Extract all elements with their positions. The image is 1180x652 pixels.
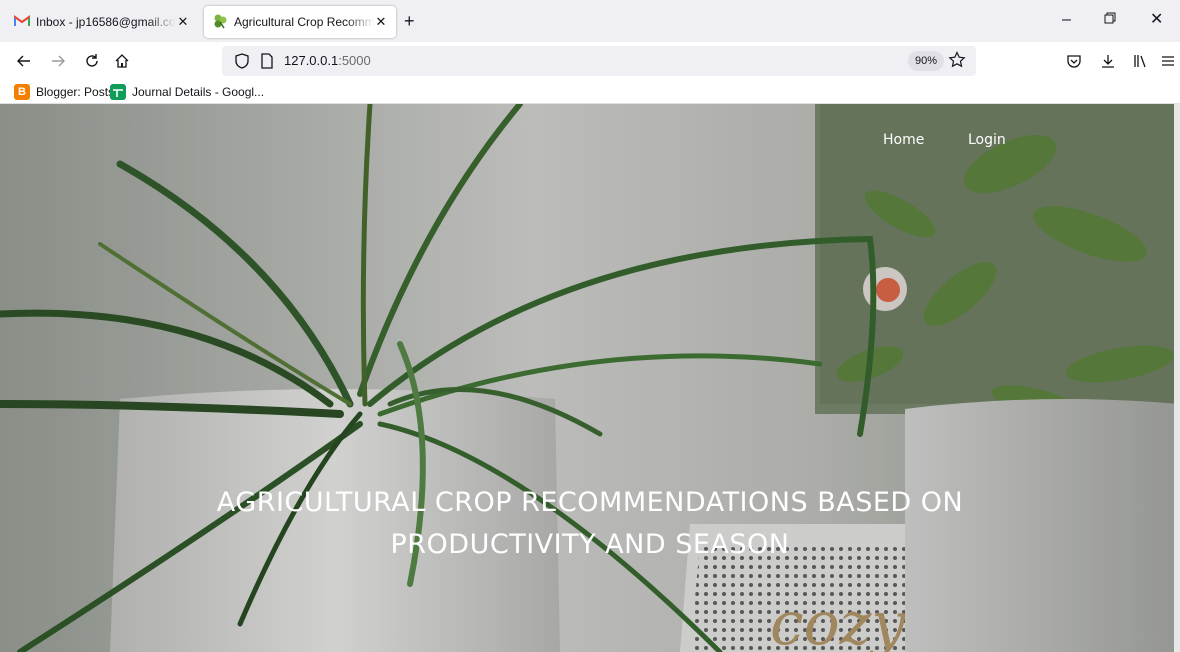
page-scrollbar[interactable] — [1174, 104, 1180, 652]
sheets-icon — [110, 84, 126, 100]
bookmark-journal-details[interactable]: Journal Details - Googl... — [110, 84, 264, 100]
nav-login-link[interactable]: Login — [968, 132, 1006, 148]
pocket-icon[interactable] — [1064, 51, 1084, 71]
headline-line-2: PRODUCTIVITY AND SEASON — [390, 529, 790, 560]
gmail-icon — [14, 14, 30, 30]
bookmark-blogger[interactable]: B Blogger: Posts — [14, 84, 114, 100]
hero-headline: AGRICULTURAL CROP RECOMMENDATIONS BASED … — [150, 482, 1030, 566]
url-port: :5000 — [338, 53, 371, 68]
close-icon[interactable]: ✕ — [176, 14, 190, 30]
bookmarks-toolbar: B Blogger: Posts Journal Details - Googl… — [0, 80, 1180, 104]
headline-line-1: AGRICULTURAL CROP RECOMMENDATIONS BASED … — [216, 487, 964, 518]
menu-icon[interactable] — [1158, 51, 1178, 71]
tab-title: Inbox - jp16586@gmail.com - Gmail — [36, 15, 176, 29]
forward-button[interactable] — [48, 51, 68, 71]
bookmark-label: Blogger: Posts — [36, 85, 115, 99]
nav-home-link[interactable]: Home — [883, 132, 924, 148]
new-tab-button[interactable]: + — [404, 12, 415, 30]
tab-gmail[interactable]: Inbox - jp16586@gmail.com - Gmail ✕ — [6, 6, 198, 38]
star-icon[interactable] — [948, 51, 966, 74]
home-button[interactable] — [112, 51, 132, 71]
leaf-icon — [212, 13, 228, 32]
hero-background-image: cozy — [0, 104, 1180, 652]
minimize-button[interactable]: – — [1062, 10, 1071, 30]
tab-strip: Inbox - jp16586@gmail.com - Gmail ✕ Agri… — [0, 0, 1180, 42]
navigation-toolbar: 127.0.0.1:5000 90% — [0, 42, 1180, 80]
tab-title: Agricultural Crop Recommendations — [234, 15, 374, 29]
url-host: 127.0.0.1 — [284, 53, 339, 68]
library-icon[interactable] — [1130, 51, 1150, 71]
zoom-level[interactable]: 90% — [908, 51, 945, 71]
bookmark-label: Journal Details - Googl... — [132, 85, 265, 99]
tab-crop-recommendation[interactable]: Agricultural Crop Recommendations ✕ — [204, 6, 396, 38]
restore-button[interactable] — [1104, 10, 1116, 30]
page-info-icon[interactable] — [260, 53, 274, 74]
download-icon[interactable] — [1098, 51, 1118, 71]
close-icon[interactable]: ✕ — [374, 14, 388, 30]
back-button[interactable] — [14, 51, 34, 71]
blogger-icon: B — [14, 84, 30, 100]
shield-icon[interactable] — [234, 53, 250, 74]
reload-button[interactable] — [82, 51, 102, 71]
close-window-button[interactable]: ✕ — [1150, 10, 1163, 30]
url-text[interactable]: 127.0.0.1:5000 — [284, 53, 371, 68]
address-bar[interactable]: 127.0.0.1:5000 90% — [222, 46, 976, 76]
web-page: cozy Home Login AGRICULTURAL CROP RECOMM… — [0, 104, 1180, 652]
